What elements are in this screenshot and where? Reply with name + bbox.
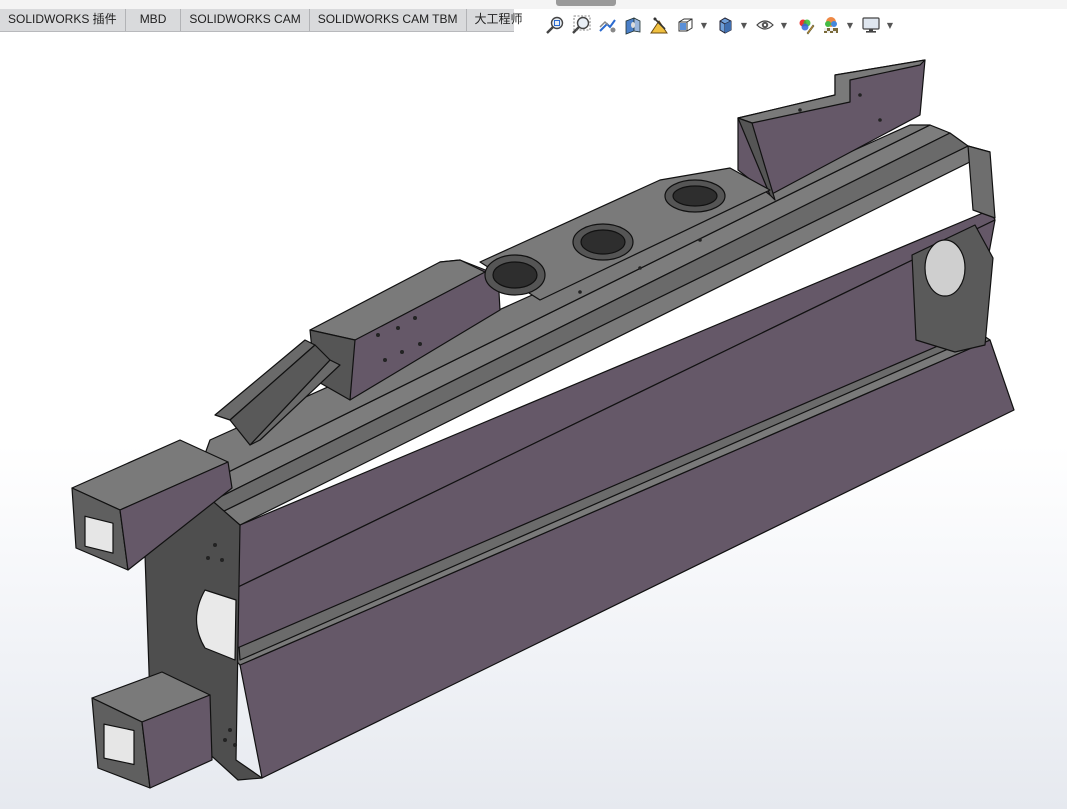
tab-solidworks-addins[interactable]: SOLIDWORKS 插件	[0, 9, 126, 31]
bore-2-inner	[580, 229, 626, 255]
bore-3-inner	[672, 185, 718, 207]
title-bar-handle	[556, 0, 616, 6]
tab-da-gong-cheng-shi[interactable]: 大工程师	[467, 9, 531, 31]
upper-beam-top-right	[967, 145, 996, 219]
window-top-strip	[0, 0, 1067, 9]
left-bottom-tube-opening	[103, 723, 135, 766]
tab-mbd[interactable]: MBD	[126, 9, 182, 31]
left-top-tube-opening	[84, 515, 114, 554]
tab-solidworks-cam[interactable]: SOLIDWORKS CAM	[181, 9, 310, 31]
command-manager-tabs: SOLIDWORKS 插件 MBD SOLIDWORKS CAM SOLIDWO…	[0, 9, 523, 32]
right-end-bore	[924, 239, 966, 297]
graphics-viewport[interactable]	[0, 31, 1067, 809]
machine-bed-3d-model	[71, 59, 1015, 789]
tab-solidworks-cam-tbm[interactable]: SOLIDWORKS CAM TBM	[310, 9, 467, 31]
bore-1-inner	[492, 261, 538, 289]
